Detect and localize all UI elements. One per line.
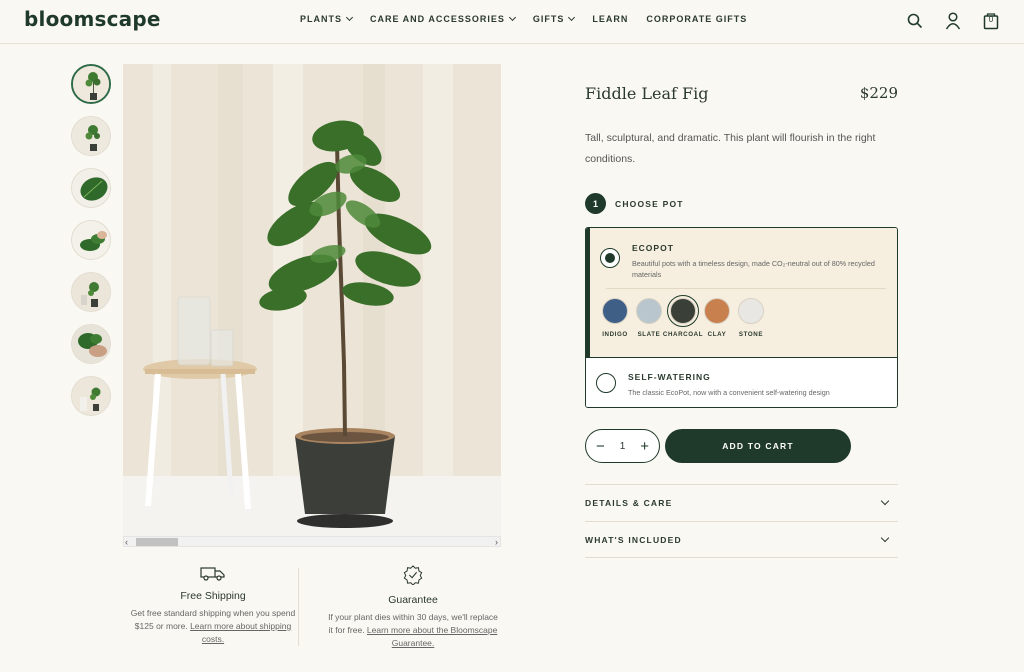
chevron-down-icon — [345, 13, 354, 22]
accordion-details-care[interactable]: DETAILS & CARE — [585, 484, 898, 521]
guarantee-title: Guarantee — [388, 594, 438, 606]
swatch-slate-circle — [636, 298, 662, 324]
choose-pot-step: 1 CHOOSE POT — [585, 193, 684, 214]
step-label: CHOOSE POT — [615, 198, 684, 209]
thumbnail[interactable] — [71, 324, 111, 364]
scroll-right-icon[interactable]: › — [495, 537, 498, 547]
main-nav: PLANTS CARE AND ACCESSORIES GIFTS LEARN … — [300, 13, 747, 24]
nav-plants-label: PLANTS — [300, 14, 342, 24]
guarantee-link[interactable]: Learn more about the Bloomscape Guarante… — [367, 625, 497, 648]
swatch-clay-circle — [704, 298, 730, 324]
option-separator — [606, 288, 886, 289]
swatch-stone[interactable]: STONE — [738, 298, 764, 338]
search-icon[interactable] — [904, 10, 926, 32]
swatch-slate[interactable]: SLATE — [636, 298, 662, 338]
accordion-included-label: WHAT'S INCLUDED — [585, 535, 682, 545]
nav-care-label: CARE AND ACCESSORIES — [370, 14, 505, 24]
accordion-bottom-border — [585, 557, 898, 558]
swatch-stone-label: STONE — [738, 331, 764, 338]
account-icon[interactable] — [942, 10, 964, 32]
ecopot-radio[interactable] — [600, 248, 620, 268]
pot-selector: ECOPOT Beautiful pots with a timeless de… — [585, 227, 898, 408]
truck-icon — [200, 567, 225, 581]
shipping-info: Free Shipping Get free standard shipping… — [128, 565, 298, 646]
thumbnail[interactable] — [71, 220, 111, 260]
thumbnail-strip — [71, 64, 111, 416]
accordion-details-label: DETAILS & CARE — [585, 498, 673, 508]
accordion-whats-included[interactable]: WHAT'S INCLUDED — [585, 521, 898, 558]
add-to-cart-button[interactable]: ADD TO CART — [665, 429, 851, 463]
product-main-image — [123, 64, 501, 536]
swatch-indigo-circle — [602, 298, 628, 324]
chevron-down-icon — [880, 533, 890, 543]
shipping-title: Free Shipping — [180, 590, 246, 602]
self-watering-description: The classic EcoPot, now with a convenien… — [628, 388, 830, 397]
nav-learn[interactable]: LEARN — [592, 14, 628, 24]
image-scrollbar[interactable]: ‹ › — [123, 536, 501, 547]
pot-option-ecopot[interactable]: ECOPOT Beautiful pots with a timeless de… — [586, 228, 897, 357]
nav-corporate-gifts[interactable]: CORPORATE GIFTS — [646, 14, 747, 24]
swatch-stone-circle — [738, 298, 764, 324]
nav-gifts[interactable]: GIFTS — [532, 13, 576, 24]
scroll-left-icon[interactable]: ‹ — [125, 537, 128, 547]
step-number: 1 — [585, 193, 606, 214]
self-watering-title: SELF-WATERING — [628, 372, 711, 382]
nav-care-accessories[interactable]: CARE AND ACCESSORIES — [370, 13, 516, 24]
chevron-down-icon — [880, 496, 890, 506]
quantity-stepper: − 1 + — [585, 429, 660, 463]
product-price: $229 — [859, 84, 898, 102]
chevron-down-icon — [568, 13, 576, 22]
swatch-clay-label: CLAY — [707, 331, 727, 338]
thumbnail[interactable] — [71, 376, 111, 416]
swatch-indigo[interactable]: INDIGO — [602, 298, 628, 338]
swatch-clay[interactable]: CLAY — [704, 298, 730, 338]
info-divider — [298, 568, 299, 646]
thumbnail[interactable] — [71, 64, 111, 104]
ecopot-description: Beautiful pots with a timeless design, m… — [632, 259, 875, 279]
ecopot-title: ECOPOT — [632, 243, 674, 253]
nav-learn-label: LEARN — [592, 14, 629, 24]
thumbnail[interactable] — [71, 168, 111, 208]
quantity-value[interactable]: 1 — [620, 441, 626, 452]
swatch-charcoal-circle — [667, 295, 699, 327]
swatch-charcoal[interactable]: CHARCOAL — [663, 295, 703, 338]
guarantee-info: Guarantee If your plant dies within 30 d… — [328, 565, 498, 650]
pot-option-self-watering[interactable]: SELF-WATERING The classic EcoPot, now wi… — [586, 357, 897, 407]
minus-icon[interactable]: − — [596, 439, 605, 454]
thumbnail[interactable] — [71, 272, 111, 312]
site-header: bloomscape PLANTS CARE AND ACCESSORIES G… — [0, 0, 1024, 44]
scroll-thumb[interactable] — [136, 538, 178, 546]
swatch-indigo-label: INDIGO — [602, 331, 628, 338]
product-title: Fiddle Leaf Fig — [585, 84, 709, 103]
shipping-link[interactable]: Learn more about shipping costs. — [190, 621, 291, 644]
nav-gifts-label: GIFTS — [532, 14, 565, 24]
thumbnail[interactable] — [71, 116, 111, 156]
cart-count: 0 — [988, 15, 994, 24]
color-swatches: INDIGO SLATE CHARCOAL CLAY STONE — [602, 295, 764, 338]
plus-icon[interactable]: + — [640, 439, 649, 454]
header-actions: 0 — [904, 10, 1002, 32]
nav-plants[interactable]: PLANTS — [300, 13, 354, 24]
swatch-slate-label: SLATE — [637, 331, 661, 338]
chevron-down-icon — [508, 13, 516, 22]
logo[interactable]: bloomscape — [24, 7, 161, 31]
nav-corporate-label: CORPORATE GIFTS — [646, 14, 748, 24]
guarantee-text: If your plant dies within 30 days, we'll… — [328, 611, 498, 650]
shipping-text: Get free standard shipping when you spen… — [128, 607, 298, 646]
self-watering-radio[interactable] — [596, 373, 616, 393]
product-description: Tall, sculptural, and dramatic. This pla… — [585, 132, 876, 165]
cart-icon[interactable]: 0 — [980, 10, 1002, 32]
guarantee-badge-icon — [403, 565, 423, 586]
swatch-charcoal-label: CHARCOAL — [662, 331, 704, 338]
